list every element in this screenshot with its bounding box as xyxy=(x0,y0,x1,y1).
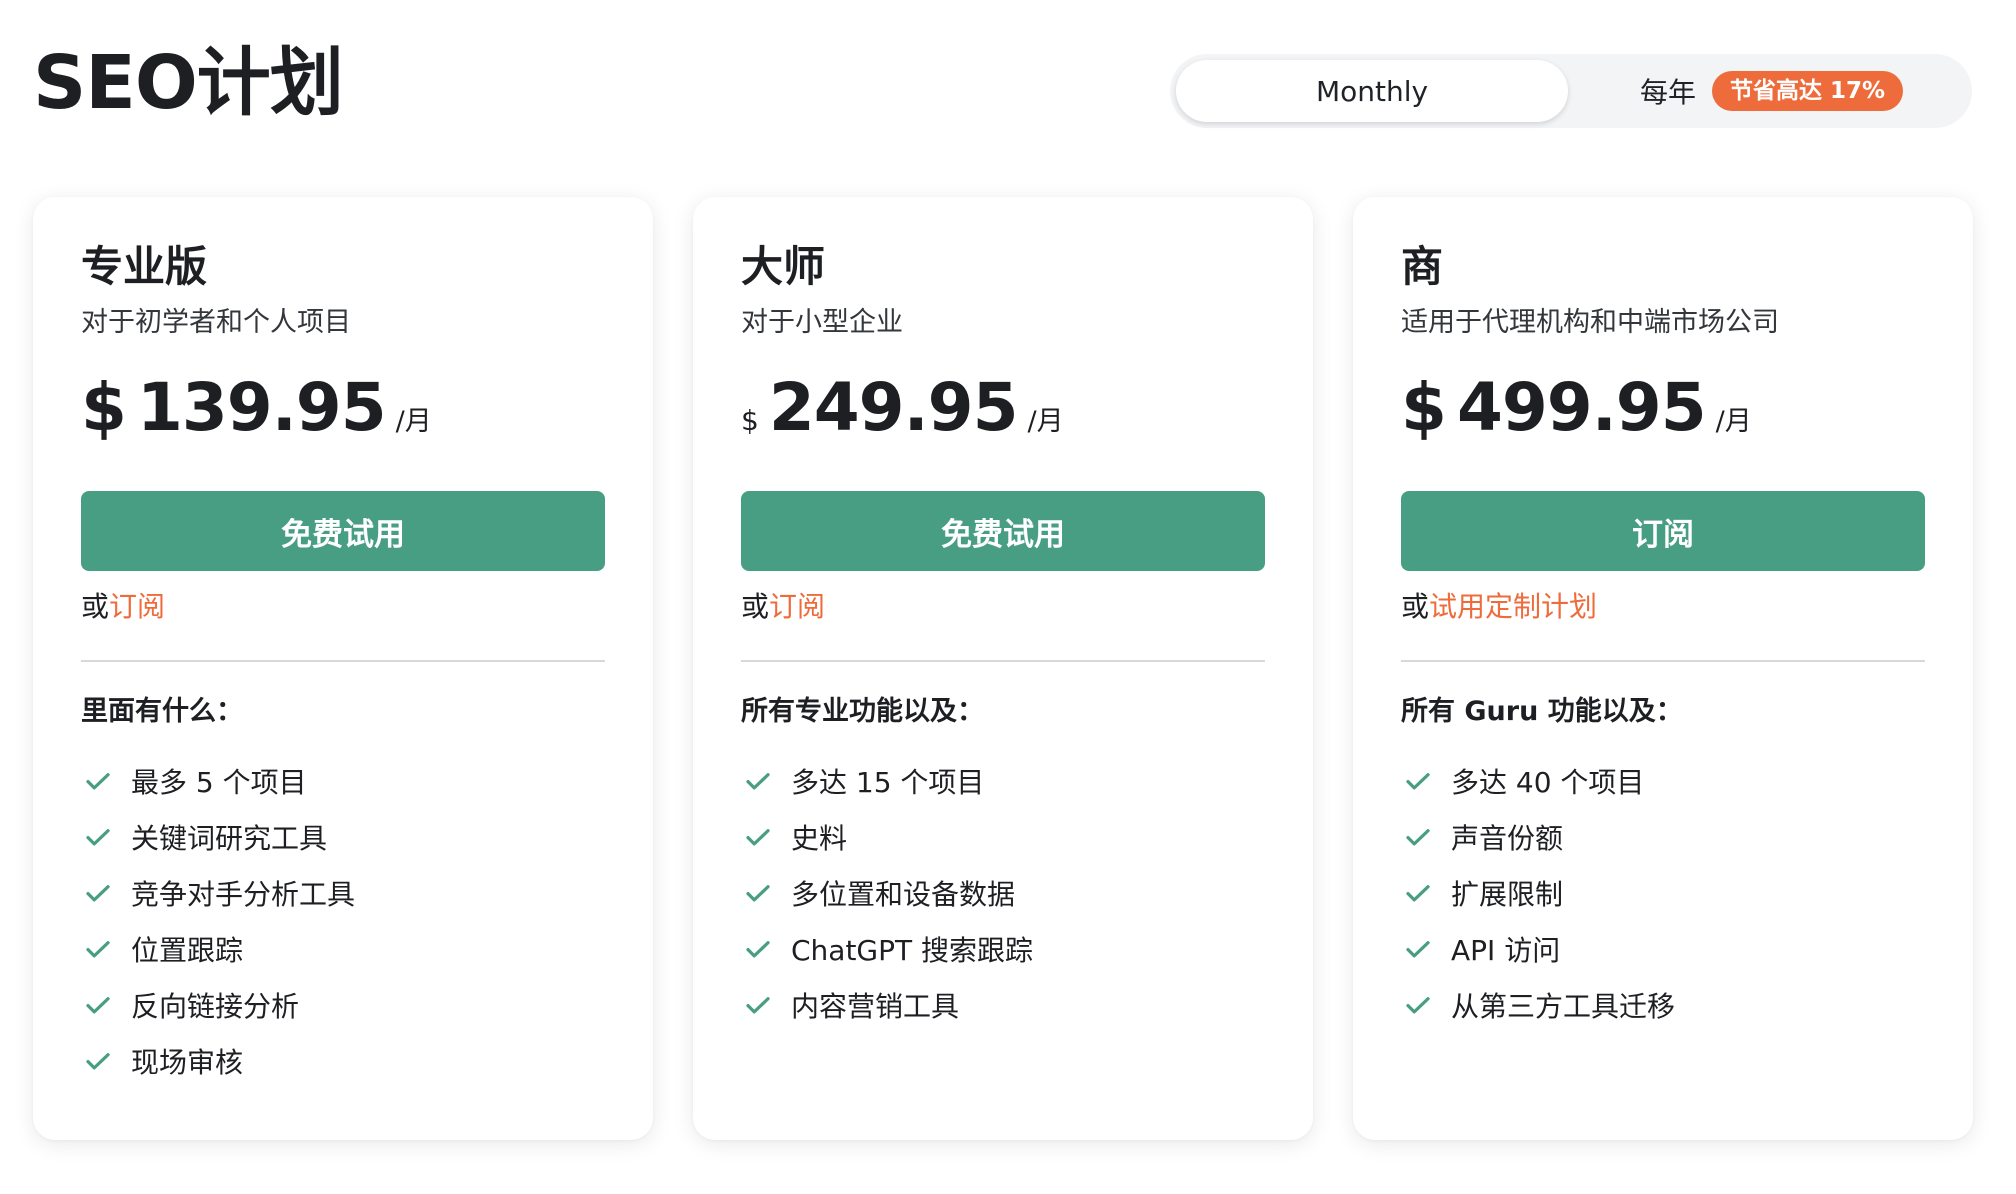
pricing-page: SEO计划 Monthly 每年 节省高达 17% 专业版 对于初学者和个人项目… xyxy=(0,0,2016,1194)
check-icon xyxy=(1406,997,1430,1014)
price-amount: 249.95 xyxy=(768,369,1019,446)
page-title: SEO计划 xyxy=(33,40,344,126)
price-amount: 139.95 xyxy=(136,369,387,446)
plan-description: 对于小型企业 xyxy=(741,307,903,338)
feature-item: 多达 15 个项目 xyxy=(741,753,1033,809)
feature-label: 内容营销工具 xyxy=(791,990,960,1023)
feature-item: 现场审核 xyxy=(81,1033,355,1089)
feature-item: 反向链接分析 xyxy=(81,977,355,1033)
feature-item: ChatGPT 搜索跟踪 xyxy=(741,921,1033,977)
feature-label: 反向链接分析 xyxy=(131,990,300,1023)
alt-action-prefix: 或 xyxy=(81,590,110,623)
check-icon xyxy=(746,941,770,958)
billing-option-yearly-label: 每年 xyxy=(1640,76,1697,109)
plan-price: $ 139.95 /月 xyxy=(81,369,432,453)
check-icon xyxy=(746,829,770,846)
feature-item: 内容营销工具 xyxy=(741,977,1033,1033)
divider xyxy=(1401,660,1925,662)
price-currency: $ xyxy=(1401,369,1447,446)
feature-item: API 访问 xyxy=(1401,921,1675,977)
check-icon xyxy=(86,773,110,790)
plan-cards: 专业版 对于初学者和个人项目 $ 139.95 /月 免费试用 或订阅 里面有什… xyxy=(33,197,1973,1140)
feature-item: 多达 40 个项目 xyxy=(1401,753,1675,809)
check-icon xyxy=(1406,885,1430,902)
check-icon xyxy=(746,773,770,790)
billing-period-toggle[interactable]: Monthly 每年 节省高达 17% xyxy=(1170,54,1972,128)
alt-action: 或订阅 xyxy=(81,587,165,627)
check-icon xyxy=(746,997,770,1014)
feature-label: 史料 xyxy=(791,822,848,855)
plan-card-business: 商 适用于代理机构和中端市场公司 $ 499.95 /月 订阅 或试用定制计划 … xyxy=(1353,197,1973,1140)
plan-description: 对于初学者和个人项目 xyxy=(81,307,351,338)
feature-item: 史料 xyxy=(741,809,1033,865)
divider xyxy=(741,660,1265,662)
feature-item: 扩展限制 xyxy=(1401,865,1675,921)
feature-label: 声音份额 xyxy=(1451,822,1564,855)
check-icon xyxy=(86,1053,110,1070)
plan-card-guru: 大师 对于小型企业 $ 249.95 /月 免费试用 或订阅 所有专业功能以及：… xyxy=(693,197,1313,1140)
divider xyxy=(81,660,605,662)
feature-item: 多位置和设备数据 xyxy=(741,865,1033,921)
feature-item: 位置跟踪 xyxy=(81,921,355,977)
billing-option-monthly[interactable]: Monthly xyxy=(1176,60,1568,122)
features-heading: 里面有什么： xyxy=(81,696,243,727)
savings-badge: 节省高达 17% xyxy=(1712,71,1904,111)
feature-item: 关键词研究工具 xyxy=(81,809,355,865)
price-period: /月 xyxy=(395,406,432,437)
plan-description: 适用于代理机构和中端市场公司 xyxy=(1401,307,1779,338)
alt-action: 或试用定制计划 xyxy=(1401,587,1597,627)
price-period: /月 xyxy=(1715,406,1752,437)
price-amount: 499.95 xyxy=(1456,369,1707,446)
price-currency: $ xyxy=(81,369,127,446)
subscribe-link[interactable]: 订阅 xyxy=(109,590,165,623)
feature-item: 最多 5 个项目 xyxy=(81,753,355,809)
plan-name: 大师 xyxy=(741,242,826,291)
check-icon xyxy=(86,941,110,958)
plan-price: $ 499.95 /月 xyxy=(1401,369,1752,453)
check-icon xyxy=(1406,829,1430,846)
plan-name: 专业版 xyxy=(81,242,208,291)
alt-action-prefix: 或 xyxy=(741,590,770,623)
feature-label: 现场审核 xyxy=(131,1046,244,1079)
feature-list: 最多 5 个项目 关键词研究工具 竞争对手分析工具 位置跟踪 反向链接分析 现场… xyxy=(81,753,355,1089)
feature-label: ChatGPT 搜索跟踪 xyxy=(791,934,1034,967)
feature-list: 多达 40 个项目 声音份额 扩展限制 API 访问 从第三方工具迁移 xyxy=(1401,753,1675,1033)
price-period: /月 xyxy=(1027,406,1064,437)
feature-list: 多达 15 个项目 史料 多位置和设备数据 ChatGPT 搜索跟踪 内容营销工… xyxy=(741,753,1033,1033)
check-icon xyxy=(86,997,110,1014)
feature-label: 关键词研究工具 xyxy=(131,822,328,855)
feature-label: 扩展限制 xyxy=(1451,878,1564,911)
plan-card-pro: 专业版 对于初学者和个人项目 $ 139.95 /月 免费试用 或订阅 里面有什… xyxy=(33,197,653,1140)
feature-label: 最多 5 个项目 xyxy=(131,766,307,799)
plan-price: $ 249.95 /月 xyxy=(741,369,1064,453)
billing-option-yearly[interactable]: 每年 节省高达 17% xyxy=(1640,68,1904,114)
price-currency: $ xyxy=(741,404,759,437)
features-heading: 所有专业功能以及： xyxy=(741,696,984,727)
feature-item: 从第三方工具迁移 xyxy=(1401,977,1675,1033)
check-icon xyxy=(86,885,110,902)
feature-label: 多位置和设备数据 xyxy=(791,878,1016,911)
alt-action-prefix: 或 xyxy=(1401,590,1430,623)
subscribe-button[interactable]: 订阅 xyxy=(1401,491,1925,571)
check-icon xyxy=(746,885,770,902)
custom-plan-link[interactable]: 试用定制计划 xyxy=(1429,590,1597,623)
feature-label: 多达 40 个项目 xyxy=(1451,766,1645,799)
alt-action: 或订阅 xyxy=(741,587,825,627)
check-icon xyxy=(1406,773,1430,790)
feature-label: API 访问 xyxy=(1451,934,1561,967)
feature-label: 竞争对手分析工具 xyxy=(131,878,356,911)
feature-item: 声音份额 xyxy=(1401,809,1675,865)
feature-item: 竞争对手分析工具 xyxy=(81,865,355,921)
feature-label: 从第三方工具迁移 xyxy=(1451,990,1676,1023)
free-trial-button[interactable]: 免费试用 xyxy=(741,491,1265,571)
free-trial-button[interactable]: 免费试用 xyxy=(81,491,605,571)
subscribe-link[interactable]: 订阅 xyxy=(769,590,825,623)
feature-label: 位置跟踪 xyxy=(131,934,244,967)
plan-name: 商 xyxy=(1401,242,1444,291)
feature-label: 多达 15 个项目 xyxy=(791,766,985,799)
features-heading: 所有 Guru 功能以及： xyxy=(1401,696,1683,727)
check-icon xyxy=(86,829,110,846)
check-icon xyxy=(1406,941,1430,958)
